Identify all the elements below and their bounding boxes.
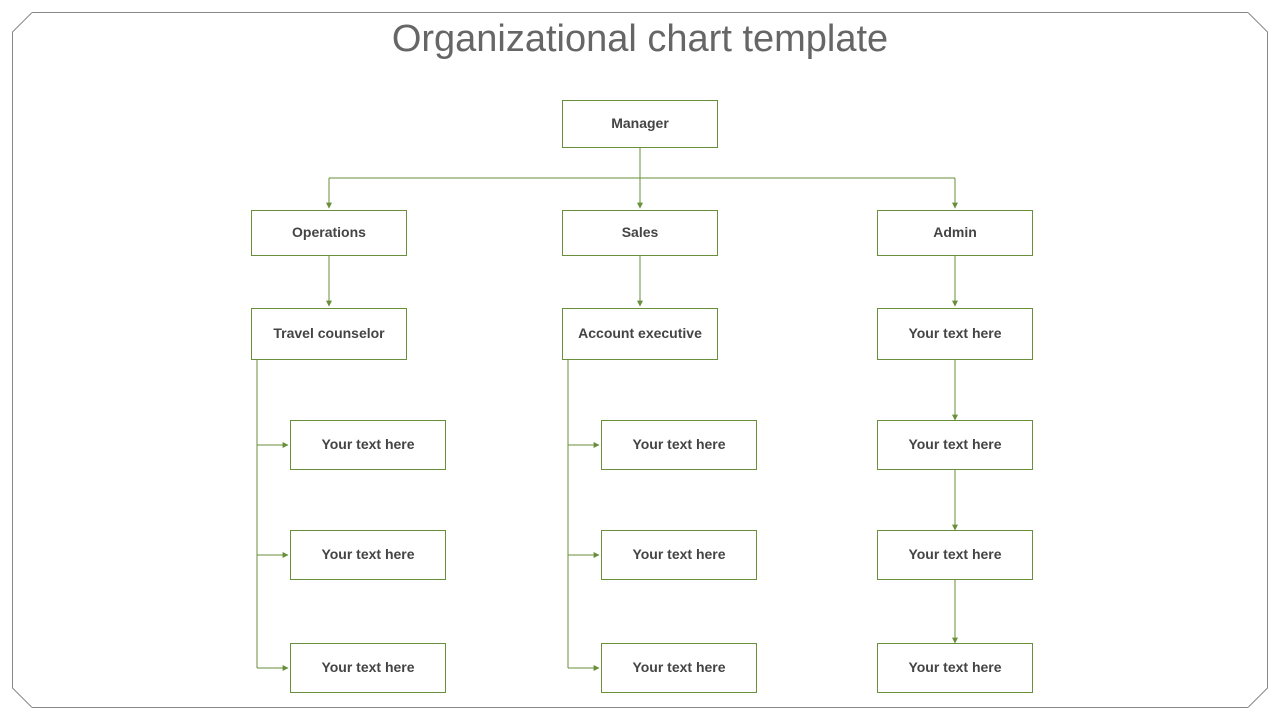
node-sales-leaf-2[interactable]: Your text here bbox=[601, 530, 757, 580]
node-admin[interactable]: Admin bbox=[877, 210, 1033, 256]
node-sales[interactable]: Sales bbox=[562, 210, 718, 256]
node-ops-leaf-2[interactable]: Your text here bbox=[290, 530, 446, 580]
node-ops-leaf-3[interactable]: Your text here bbox=[290, 643, 446, 693]
node-travel-counselor[interactable]: Travel counselor bbox=[251, 308, 407, 360]
node-manager[interactable]: Manager bbox=[562, 100, 718, 148]
node-admin-sub[interactable]: Your text here bbox=[877, 308, 1033, 360]
node-ops-leaf-1[interactable]: Your text here bbox=[290, 420, 446, 470]
node-operations[interactable]: Operations bbox=[251, 210, 407, 256]
node-sales-leaf-3[interactable]: Your text here bbox=[601, 643, 757, 693]
node-sales-leaf-1[interactable]: Your text here bbox=[601, 420, 757, 470]
node-admin-leaf-2[interactable]: Your text here bbox=[877, 530, 1033, 580]
node-admin-leaf-1[interactable]: Your text here bbox=[877, 420, 1033, 470]
node-admin-leaf-3[interactable]: Your text here bbox=[877, 643, 1033, 693]
slide-canvas: Organizational chart template bbox=[0, 0, 1280, 720]
node-account-executive[interactable]: Account executive bbox=[562, 308, 718, 360]
page-title: Organizational chart template bbox=[0, 18, 1280, 61]
